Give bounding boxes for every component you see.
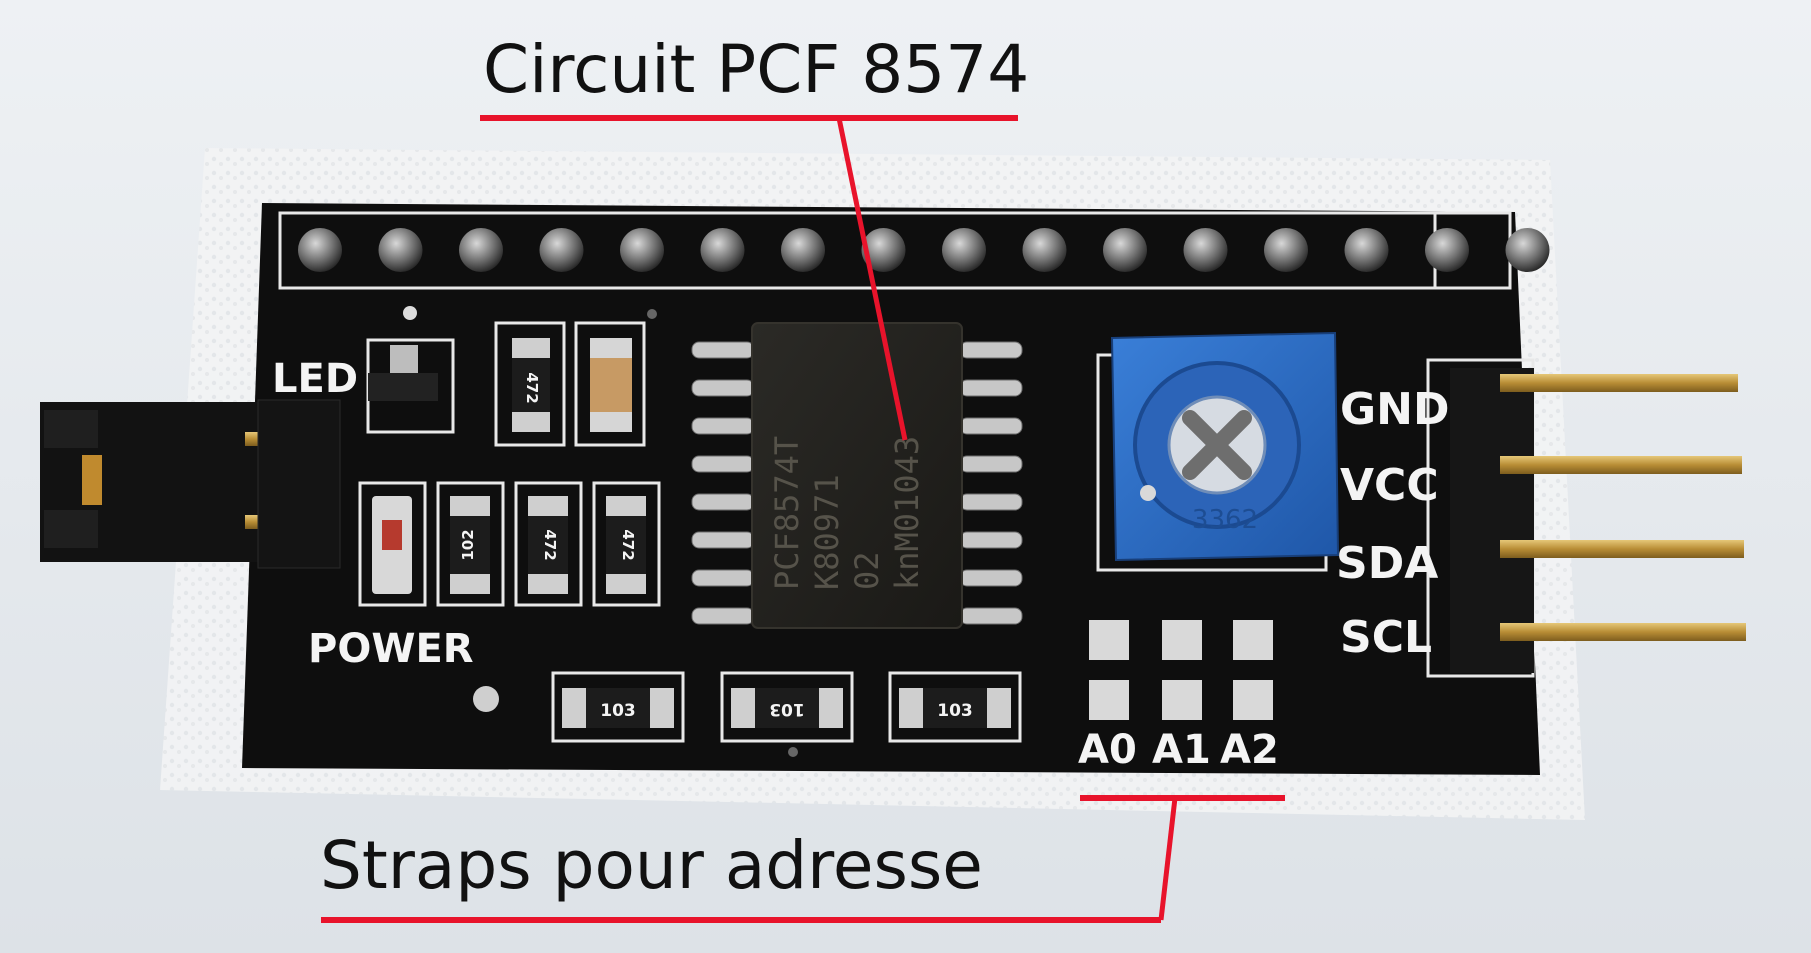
header-solder-pad bbox=[781, 228, 825, 272]
header-solder-pad bbox=[700, 228, 745, 272]
scl-label: SCL bbox=[1340, 612, 1432, 663]
chip-leg bbox=[691, 417, 755, 435]
chip-marking-4: knM01043 bbox=[888, 436, 926, 590]
sda-label: SDA bbox=[1336, 538, 1438, 589]
header-solder-pad bbox=[942, 228, 986, 272]
vcc-pin[interactable] bbox=[1500, 456, 1742, 474]
mounting-hole bbox=[473, 686, 499, 712]
header-solder-pad bbox=[1344, 228, 1389, 272]
annotation-chip-label: Circuit PCF 8574 bbox=[483, 31, 1029, 108]
chip-leg bbox=[959, 455, 1023, 473]
chip-leg bbox=[959, 531, 1023, 549]
svg-text:472: 472 bbox=[541, 529, 559, 560]
gnd-label: GND bbox=[1340, 384, 1449, 435]
header-solder-pad bbox=[459, 228, 503, 272]
svg-text:103: 103 bbox=[769, 699, 805, 719]
header-solder-pad bbox=[298, 228, 342, 272]
chip-leg bbox=[959, 341, 1023, 359]
sda-pin[interactable] bbox=[1500, 540, 1744, 558]
chip-marking-2: K80971 bbox=[808, 474, 846, 590]
chip-leg bbox=[691, 531, 755, 549]
chip-leg bbox=[959, 379, 1023, 397]
chip-leg bbox=[959, 417, 1023, 435]
chip-leg bbox=[691, 569, 755, 587]
scl-pin[interactable] bbox=[1500, 623, 1746, 641]
header-solder-pad bbox=[1103, 228, 1147, 272]
chip-leg bbox=[691, 493, 755, 511]
header-solder-pad bbox=[378, 228, 423, 272]
chip-leg bbox=[691, 379, 755, 397]
chip-leg bbox=[691, 455, 755, 473]
header-solder-pad bbox=[620, 228, 664, 272]
chip-leg bbox=[959, 569, 1023, 587]
header-solder-pad bbox=[1183, 228, 1228, 272]
chip-leg bbox=[959, 607, 1023, 625]
header-solder-pad bbox=[1425, 228, 1469, 272]
chip-marking-1: PCF8574T bbox=[768, 436, 806, 590]
photo-canvas: LED POWER 472 102 472 472 PCF8574T K8097… bbox=[0, 0, 1811, 953]
svg-text:103: 103 bbox=[937, 701, 973, 721]
gnd-pin[interactable] bbox=[1500, 374, 1738, 392]
svg-text:102: 102 bbox=[459, 529, 477, 560]
led-label: LED bbox=[272, 356, 358, 402]
annotation-straps-label: Straps pour adresse bbox=[320, 827, 983, 904]
svg-text:472: 472 bbox=[523, 372, 541, 403]
chip-leg bbox=[691, 607, 755, 625]
pot-marking: 3362 bbox=[1192, 505, 1258, 535]
svg-text:103: 103 bbox=[600, 701, 636, 721]
photo-scene: LED POWER 472 102 472 472 PCF8574T K8097… bbox=[0, 0, 1811, 953]
power-label: POWER bbox=[308, 626, 474, 672]
chip-marking-3: 02 bbox=[848, 551, 886, 590]
header-solder-pad bbox=[1264, 228, 1308, 272]
a2-label: A2 bbox=[1220, 727, 1279, 773]
led-jumper[interactable] bbox=[40, 399, 341, 569]
a0-label: A0 bbox=[1078, 727, 1137, 773]
a1-label: A1 bbox=[1152, 727, 1211, 773]
svg-text:472: 472 bbox=[619, 529, 637, 560]
chip-leg bbox=[691, 341, 755, 359]
vcc-label: VCC bbox=[1340, 460, 1439, 511]
chip-leg bbox=[959, 493, 1023, 511]
header-solder-pad bbox=[1022, 228, 1067, 272]
header-solder-pad bbox=[539, 228, 584, 272]
header-solder-pad bbox=[1505, 228, 1550, 272]
contrast-potentiometer[interactable]: 3362 bbox=[1096, 331, 1340, 572]
